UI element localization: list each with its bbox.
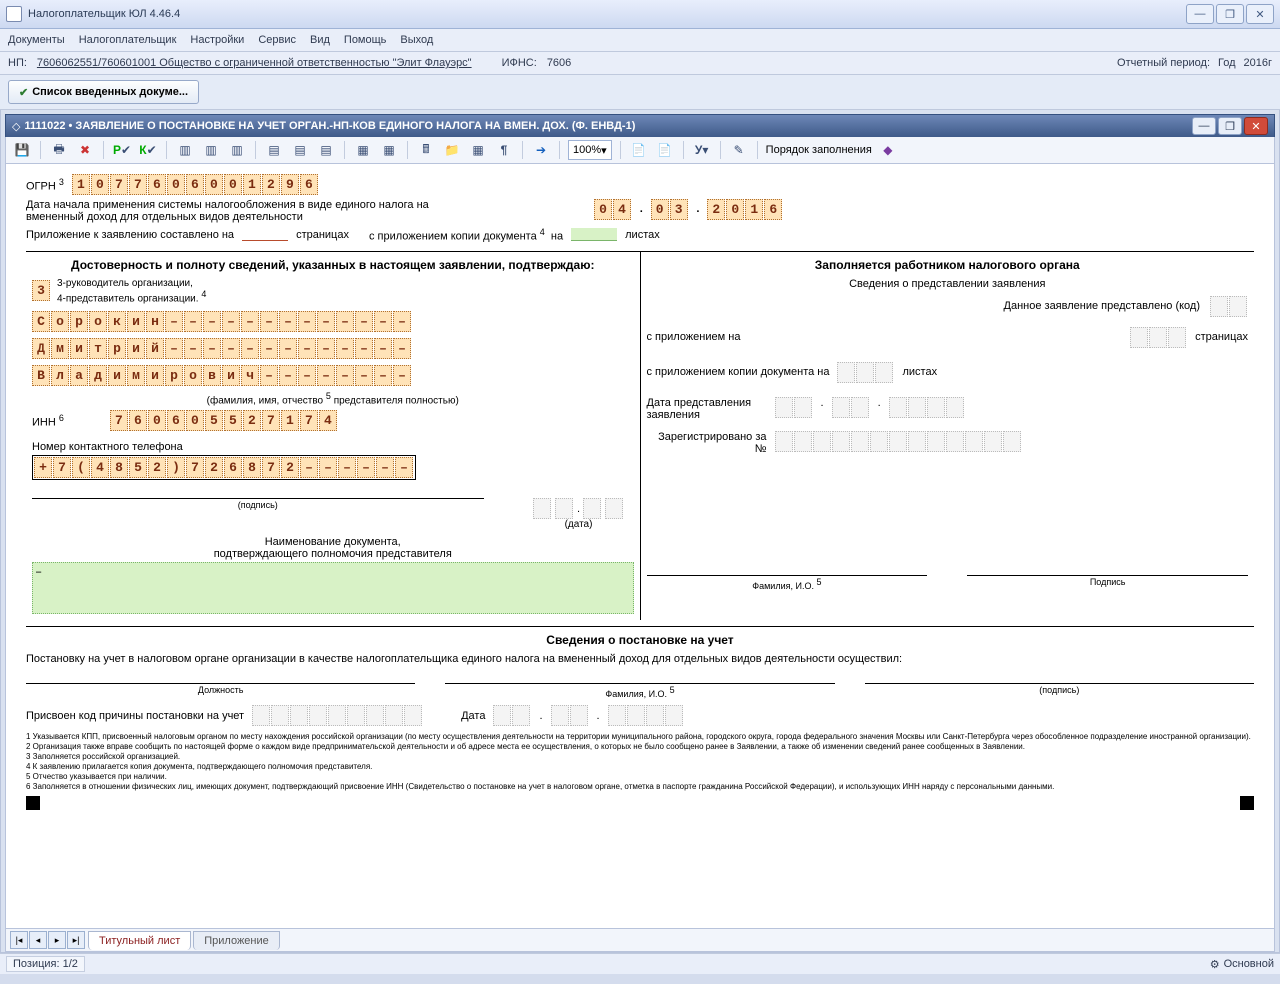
tab-title-page[interactable]: Титульный лист [88,931,191,950]
sheets-field[interactable] [571,228,617,241]
ogrn-field[interactable]: 1077606001296 [72,174,319,195]
top-toolstrip: ✔ Список введенных докуме... [0,75,1280,110]
sheet-tabs: |◂ ◂ ▸ ▸| Титульный лист Приложение [5,929,1275,952]
official-section: Заполняется работником налогового органа… [641,252,1255,621]
order-button[interactable]: Порядок заполнения [766,144,872,156]
check-r-icon[interactable]: Р✔ [112,140,132,160]
doc-minimize-button[interactable]: — [1192,117,1216,135]
tool-a-icon[interactable]: ▥ [175,140,195,160]
role-code-field[interactable]: 3 [32,280,50,301]
arrow-right-icon[interactable]: ➔ [531,140,551,160]
delete-icon[interactable]: ✖ [75,140,95,160]
documents-list-button[interactable]: ✔ Список введенных докуме... [8,80,199,104]
menu-documents[interactable]: Документы [8,34,65,46]
nav-first-button[interactable]: |◂ [10,931,28,949]
ogrn-row: ОГРН 3 1077606001296 [26,174,1254,195]
menu-exit[interactable]: Выход [400,34,433,46]
inn-field[interactable]: 760605527174 [110,410,338,431]
document-title: 1111022 • ЗАЯВЛЕНИЕ О ПОСТАНОВКЕ НА УЧЕТ… [24,120,635,132]
save-icon[interactable]: 💾 [12,140,32,160]
document-titlebar: ◇ 1111022 • ЗАЯВЛЕНИЕ О ПОСТАНОВКЕ НА УЧ… [5,114,1275,137]
statusbar: Позиция: 1/2 ⚙ Основной [0,953,1280,974]
doc-restore-button[interactable]: ❐ [1218,117,1242,135]
print-icon[interactable]: 🖶 [49,140,69,160]
nav-prev-button[interactable]: ◂ [29,931,47,949]
ifns-label: ИФНС: [502,57,537,69]
close-button[interactable]: ✕ [1246,4,1274,24]
phone-field[interactable]: +7(4852)726872–––––– [32,455,416,480]
tool-h-icon[interactable]: ▦ [379,140,399,160]
folder-icon[interactable]: 📁 [442,140,462,160]
start-date-label: Дата начала применения системы налогообл… [26,199,446,223]
start-date-row: Дата начала применения системы налогообл… [26,199,1254,223]
zoom-select[interactable]: 100% ▾ [568,140,612,160]
calendar-icon[interactable]: ▦ [468,140,488,160]
mode-label: Основной [1224,958,1274,970]
left-header: Достоверность и полноту сведений, указан… [32,258,634,272]
doc-close-button[interactable]: ✕ [1244,117,1268,135]
patronymic-field[interactable]: Владимирович–––––––– [32,365,412,386]
menu-taxpayer[interactable]: Налогоплательщик [79,34,177,46]
confirmation-section: Достоверность и полноту сведений, указан… [26,252,641,621]
marker-icon [26,796,40,810]
app-title: Налогоплательщик ЮЛ 4.46.4 [28,8,180,20]
date-month-field[interactable]: 03 [651,199,689,220]
tab-attachment[interactable]: Приложение [193,931,280,950]
signature-line: (подпись) [32,498,484,510]
maximize-button[interactable]: ❐ [1216,4,1244,24]
tool-f-icon[interactable]: ▤ [316,140,336,160]
menu-help[interactable]: Помощь [344,34,387,46]
help-book-icon[interactable]: ◆ [878,140,898,160]
tool-c-icon[interactable]: ▥ [227,140,247,160]
tool-e-icon[interactable]: ▤ [290,140,310,160]
underline-icon[interactable]: У▾ [692,140,712,160]
period-kind[interactable]: Год [1218,57,1236,69]
period-year[interactable]: 2016г [1244,57,1272,69]
infobar: НП: 7606062551/760601001 Общество с огра… [0,52,1280,75]
document-toolbar: 💾 🖶 ✖ Р✔ К✔ ▥ ▥ ▥ ▤ ▤ ▤ ▦ ▦ 🖩 📁 ▦ ¶ ➔ 10… [5,137,1275,164]
registration-section: Сведения о постановке на учет Постановку… [26,626,1254,812]
wand-icon[interactable]: ✎ [729,140,749,160]
nav-last-button[interactable]: ▸| [67,931,85,949]
menu-settings[interactable]: Настройки [190,34,244,46]
mode-icon: ⚙ [1210,958,1220,971]
pages-field[interactable] [242,228,288,241]
marker-icon [1240,796,1254,810]
date-year-field[interactable]: 2016 [707,199,783,220]
document-body[interactable]: ОГРН 3 1077606001296 Дата начала примене… [5,164,1275,929]
app-icon [6,6,22,22]
np-label: НП: [8,57,27,69]
footnotes: 1 Указывается КПП, присвоенный налоговым… [26,732,1254,792]
menu-view[interactable]: Вид [310,34,330,46]
tool-g-icon[interactable]: ▦ [353,140,373,160]
tool-d-icon[interactable]: ▤ [264,140,284,160]
tool-b-icon[interactable]: ▥ [201,140,221,160]
check-icon: ✔ [19,86,28,99]
doc-icon: ◇ [12,120,20,133]
menu-service[interactable]: Сервис [258,34,296,46]
export-icon[interactable]: 📄 [629,140,649,160]
window-titlebar: Налогоплательщик ЮЛ 4.46.4 — ❐ ✕ [0,0,1280,29]
import-icon[interactable]: 📄 [655,140,675,160]
np-link[interactable]: 7606062551/760601001 Общество с ограниче… [37,57,472,69]
mdi-container: ◇ 1111022 • ЗАЯВЛЕНИЕ О ПОСТАНОВКЕ НА УЧ… [0,110,1280,953]
ifns-value: 7606 [547,57,571,69]
date-day-field[interactable]: 04 [594,199,632,220]
calc-icon[interactable]: 🖩 [416,140,436,160]
pilcrow-icon[interactable]: ¶ [494,140,514,160]
document-name-field[interactable]: – [32,562,634,614]
right-header: Заполняется работником налогового органа [647,258,1249,272]
surname-field[interactable]: Сорокин––––––––––––– [32,311,412,332]
menubar: Документы Налогоплательщик Настройки Сер… [0,29,1280,52]
position-indicator: Позиция: 1/2 [6,956,85,972]
nav-next-button[interactable]: ▸ [48,931,66,949]
check-k-icon[interactable]: К✔ [138,140,158,160]
period-label: Отчетный период: [1117,57,1210,69]
phone-label: Номер контактного телефона [32,441,634,453]
firstname-field[interactable]: Дмитрий––––––––––––– [32,338,412,359]
minimize-button[interactable]: — [1186,4,1214,24]
attachment-row: Приложение к заявлению составлено на стр… [26,227,1254,243]
